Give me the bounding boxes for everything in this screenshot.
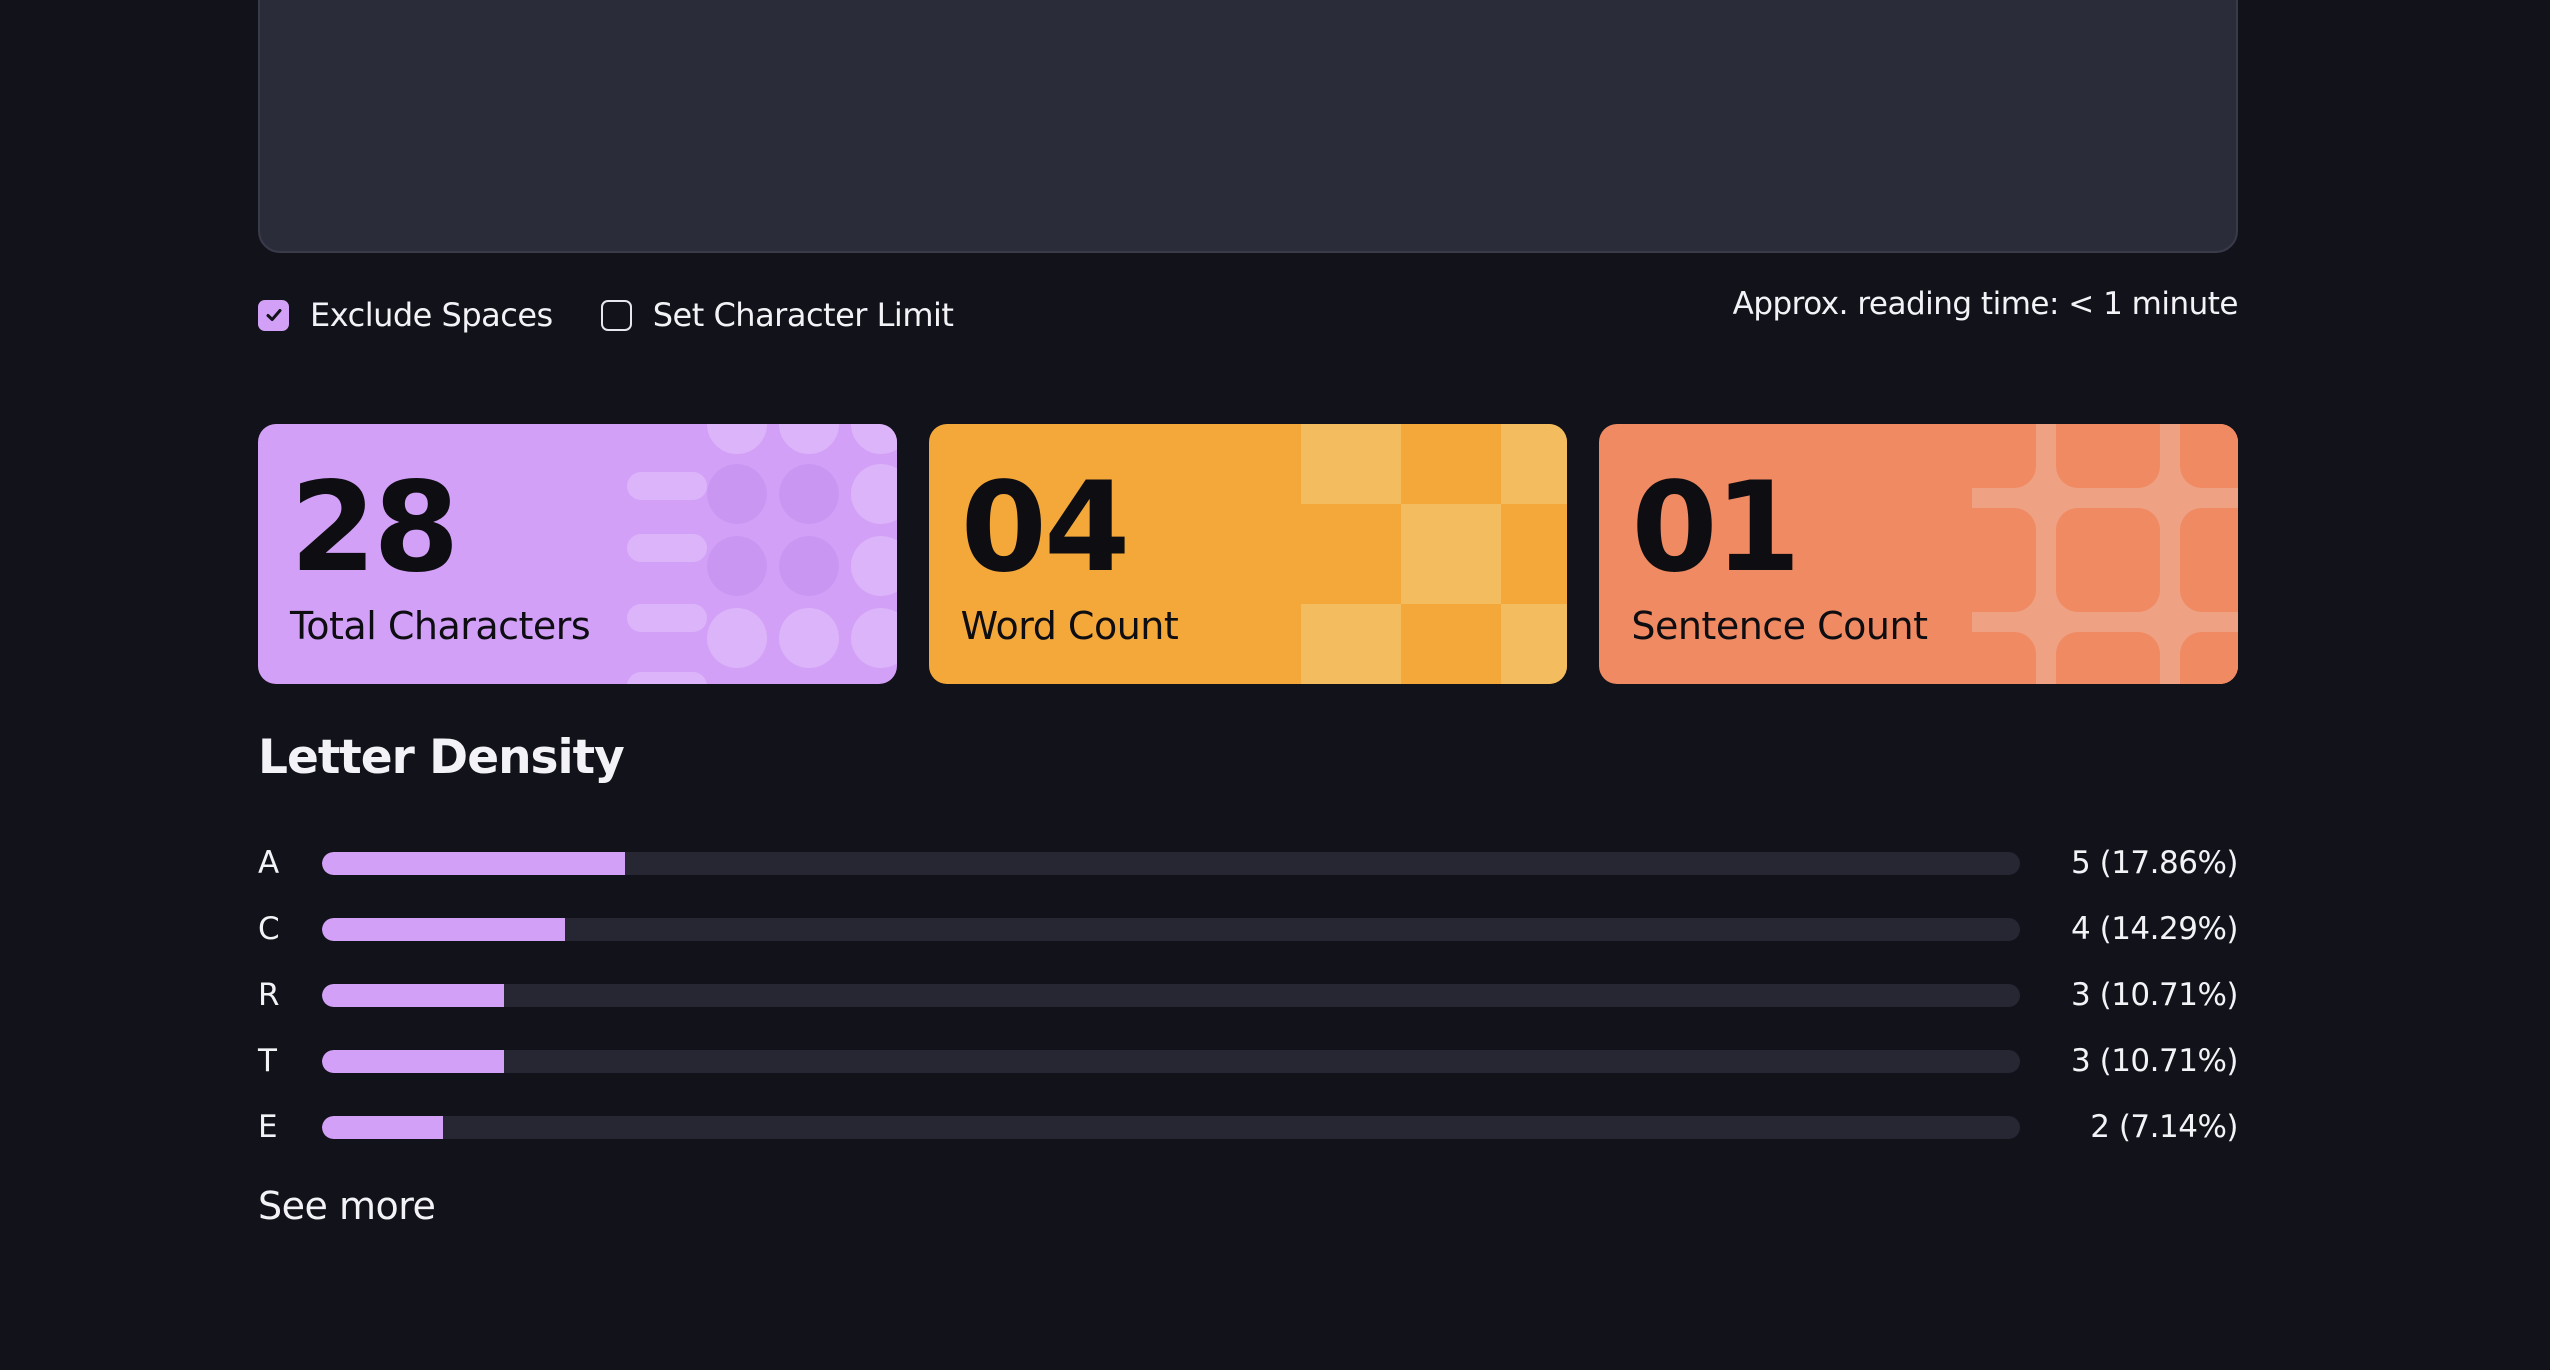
character-limit-label: Set Character Limit <box>652 296 954 334</box>
density-bar-track <box>322 1115 2020 1139</box>
density-bar-fill <box>322 851 626 875</box>
checkmark-icon <box>266 309 281 321</box>
options-row: Exclude Spaces Set Character Limit <box>258 293 1001 337</box>
density-bar-fill <box>322 1049 504 1073</box>
word-count-label: Word Count <box>960 604 1179 648</box>
density-row: C 4 (14.29%) <box>258 896 2238 962</box>
density-bar-track <box>322 851 2020 875</box>
density-value: 4 (14.29%) <box>2071 911 2238 947</box>
density-letter: T <box>258 1043 277 1079</box>
density-letter: A <box>258 845 280 881</box>
density-bar-fill <box>322 917 565 941</box>
density-bar-track <box>322 917 2020 941</box>
density-bar-fill <box>322 1115 444 1139</box>
exclude-spaces-label: Exclude Spaces <box>310 296 553 334</box>
density-row: A 5 (17.86%) <box>258 830 2238 896</box>
character-limit-option[interactable]: Set Character Limit <box>600 296 954 334</box>
total-characters-card: 28 Total Characters <box>258 424 897 684</box>
density-row: T 3 (10.71%) <box>258 1028 2238 1094</box>
density-bar-track <box>322 983 2020 1007</box>
word-count-value: 04 <box>960 456 1131 600</box>
text-input-area[interactable] <box>258 0 2238 253</box>
letter-density-title: Letter Density <box>258 730 625 785</box>
letter-density-list: A 5 (17.86%) C 4 (14.29%) R 3 (10.71%) T… <box>258 830 2238 1160</box>
density-letter: E <box>258 1109 278 1145</box>
total-characters-value: 28 <box>290 456 460 600</box>
sentence-count-value: 01 <box>1631 456 1801 600</box>
reading-time: Approx. reading time: < 1 minute <box>1732 286 2239 322</box>
character-limit-checkbox[interactable] <box>600 299 632 331</box>
density-row: R 3 (10.71%) <box>258 962 2238 1028</box>
stat-cards: 28 Total Characters 04 Word Count 01 Sen… <box>258 424 2239 684</box>
sentence-count-card: 01 Sentence Count <box>1599 424 2239 684</box>
total-characters-label: Total Characters <box>290 604 591 648</box>
density-bar-track <box>322 1049 2020 1073</box>
page: Exclude Spaces Set Character Limit Appro… <box>0 0 2550 1370</box>
density-value: 3 (10.71%) <box>2071 1043 2238 1079</box>
density-value: 5 (17.86%) <box>2071 845 2238 881</box>
sentence-count-label: Sentence Count <box>1631 604 1928 648</box>
density-letter: C <box>258 911 280 947</box>
density-bar-fill <box>322 983 504 1007</box>
exclude-spaces-option[interactable]: Exclude Spaces <box>258 296 553 334</box>
see-more-link[interactable]: See more <box>258 1184 436 1228</box>
density-value: 2 (7.14%) <box>2090 1109 2238 1145</box>
word-count-card: 04 Word Count <box>928 424 1568 684</box>
density-row: E 2 (7.14%) <box>258 1094 2238 1160</box>
exclude-spaces-checkbox[interactable] <box>258 299 289 331</box>
density-value: 3 (10.71%) <box>2071 977 2238 1013</box>
density-letter: R <box>258 977 280 1013</box>
